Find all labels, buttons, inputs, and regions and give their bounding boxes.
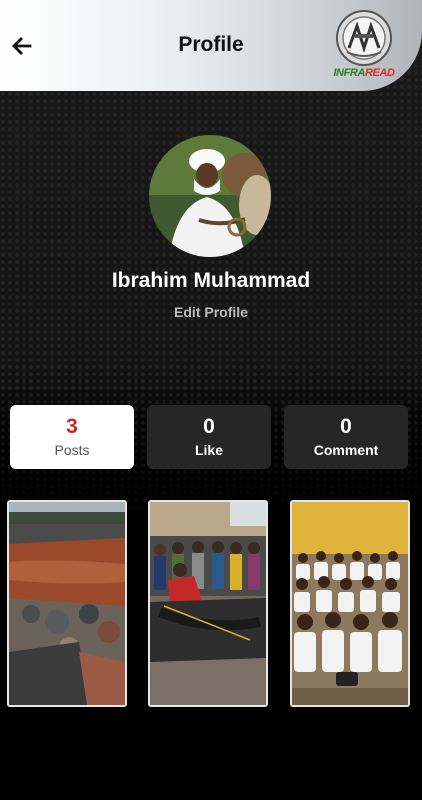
- infraread-logo: INFRAREAD: [327, 8, 401, 88]
- edit-profile-link[interactable]: Edit Profile: [0, 304, 422, 320]
- profile-name: Ibrahim Muhammad: [111, 269, 311, 292]
- post-image-classroom: [292, 502, 408, 705]
- likes-stat-tab[interactable]: 0 Like: [147, 405, 271, 469]
- app-header: Profile INFRAREAD: [0, 0, 422, 91]
- comments-label: Comment: [313, 442, 379, 458]
- post-thumbnail[interactable]: [148, 500, 268, 707]
- post-image-inspection: [150, 502, 266, 705]
- posts-label: Posts: [54, 442, 90, 458]
- comments-stat-tab[interactable]: 0 Comment: [284, 405, 408, 469]
- avatar-photo: [149, 135, 271, 257]
- logo-emblem-icon: [336, 10, 392, 66]
- likes-label: Like: [194, 442, 223, 458]
- post-thumbnail[interactable]: [290, 500, 410, 707]
- post-thumbnail[interactable]: [7, 500, 127, 707]
- posts-count: 3: [66, 415, 78, 438]
- avatar[interactable]: [149, 135, 271, 257]
- likes-count: 0: [203, 415, 215, 438]
- logo-wordmark: INFRAREAD: [333, 67, 395, 79]
- comments-count: 0: [340, 415, 352, 438]
- posts-stat-tab[interactable]: 3 Posts: [10, 405, 134, 469]
- post-image-flood-road: [9, 502, 125, 705]
